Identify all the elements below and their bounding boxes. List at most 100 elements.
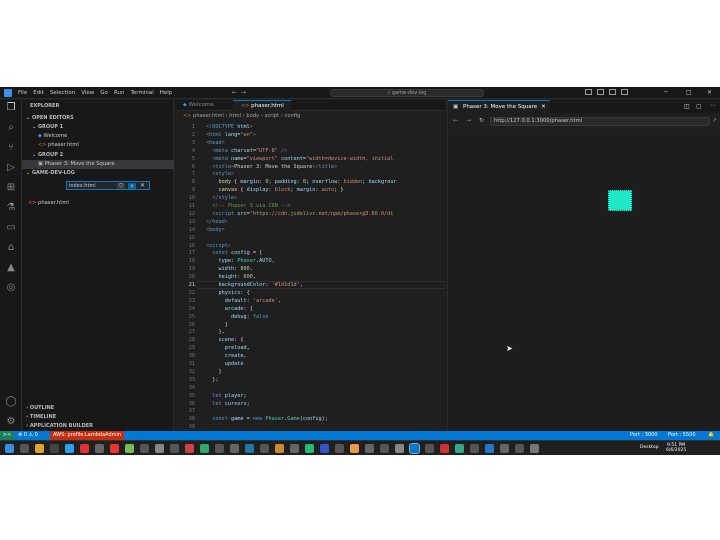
aws-icon[interactable]: ▲ — [5, 262, 17, 274]
outline-header[interactable]: › OUTLINE — [26, 405, 54, 411]
nav-back-forward-icon[interactable]: ← → — [232, 89, 246, 96]
code-line[interactable]: <!DOCTYPE html> — [206, 124, 253, 130]
taskbar-app-icon[interactable] — [440, 444, 449, 453]
code-line[interactable]: <title>Phaser 3: Move the Square</title> — [206, 164, 337, 170]
fuzzy-match-icon[interactable]: ⌕ — [128, 183, 136, 189]
code-line[interactable]: <script> — [206, 243, 231, 249]
code-line[interactable]: let player; — [206, 393, 246, 399]
menu-terminal[interactable]: Terminal — [130, 90, 153, 96]
code-line[interactable]: default: 'arcade', — [206, 298, 281, 304]
code-editor[interactable]: 1 <!DOCTYPE html> 2 <html lang="en"> 3 <head>… — [175, 124, 445, 440]
breadcrumb-body[interactable]: body — [246, 113, 259, 119]
close-tab-icon[interactable]: ✕ — [541, 104, 546, 110]
more-actions-icon[interactable]: ⋯ — [710, 102, 716, 109]
taskbar-app-icon[interactable] — [245, 444, 254, 453]
tab-phaser-preview[interactable]: ▣ Phaser 3: Move the Square ✕ — [448, 100, 550, 113]
code-line[interactable]: <script src="https://cdn.jsdelivr.net/np… — [206, 211, 393, 217]
edge-icon[interactable] — [65, 444, 74, 453]
open-editor-phaser-html[interactable]: <> phaser.html — [38, 142, 79, 148]
menu-run[interactable]: Run — [114, 90, 125, 96]
split-editor-icon[interactable]: ◫ — [684, 103, 690, 110]
notifications-bell-icon[interactable]: 🔔 — [708, 431, 714, 440]
open-editor-phaser-preview[interactable]: ▣ Phaser 3: Move the Square — [38, 161, 115, 167]
code-line[interactable]: const game = new Phaser.Game(config); — [206, 416, 328, 422]
workspace-header[interactable]: ⌄ GAME-DEV-LOG — [26, 170, 75, 176]
port-5500-status[interactable]: Port : 5500 — [668, 431, 696, 440]
taskbar-app-icon[interactable] — [395, 444, 404, 453]
taskbar-app-icon[interactable] — [365, 444, 374, 453]
testing-icon[interactable]: ⚗ — [5, 202, 17, 214]
taskbar-app-icon[interactable] — [290, 444, 299, 453]
errors-warnings-icon[interactable]: ⊗ 0 ⚠ 0 — [18, 431, 38, 440]
taskbar-app-icon[interactable] — [425, 444, 434, 453]
customize-layout-icon[interactable] — [621, 89, 628, 95]
taskbar-app-icon[interactable] — [185, 444, 194, 453]
minimize-icon[interactable]: ─ — [664, 89, 668, 96]
file-explorer-icon[interactable] — [35, 444, 44, 453]
explorer-filter-box[interactable]: index.html ⛉ ⌕ ✕ — [66, 181, 150, 190]
filter-input[interactable]: index.html — [69, 183, 96, 189]
taskbar-app-icon[interactable] — [140, 444, 149, 453]
taskbar-app-icon[interactable] — [515, 444, 524, 453]
breadcrumb-config[interactable]: config — [284, 113, 300, 119]
docker-icon[interactable]: ⌂ — [5, 242, 17, 254]
game-canvas[interactable]: ➤ — [448, 129, 720, 440]
account-icon[interactable]: ◯ — [5, 396, 17, 408]
menu-view[interactable]: View — [81, 90, 94, 96]
code-line[interactable]: debug: false — [206, 314, 269, 320]
code-line[interactable]: backgroundColor: '#1d1d1d', — [206, 282, 303, 288]
taskbar-app-icon[interactable] — [260, 444, 269, 453]
code-line[interactable]: </head> — [206, 219, 228, 225]
copilot-icon[interactable] — [585, 89, 592, 95]
taskbar-app-icon[interactable] — [80, 444, 89, 453]
taskbar-app-icon[interactable] — [155, 444, 164, 453]
extensions-icon[interactable]: ⊞ — [5, 182, 17, 194]
menu-help[interactable]: Help — [160, 90, 173, 96]
taskbar-app-icon[interactable] — [125, 444, 134, 453]
database-icon[interactable]: ◎ — [5, 282, 17, 294]
application-builder-header[interactable]: › APPLICATION BUILDER — [26, 423, 93, 429]
open-external-icon[interactable]: ↗ — [712, 117, 717, 124]
close-filter-icon[interactable]: ✕ — [140, 182, 145, 189]
taskbar-app-icon[interactable] — [95, 444, 104, 453]
code-line[interactable]: }, — [206, 329, 224, 335]
toggle-sidebar-icon[interactable] — [597, 89, 604, 95]
toggle-panel-icon[interactable] — [609, 89, 616, 95]
taskbar-app-icon[interactable] — [230, 444, 239, 453]
taskbar-app-icon[interactable] — [455, 444, 464, 453]
command-center-search[interactable]: ⌕ game-dev-log — [330, 89, 484, 97]
taskbar-search-icon[interactable] — [20, 444, 29, 453]
back-icon[interactable]: ← — [453, 117, 458, 124]
url-input[interactable]: http://127.0.0.1:3000/phaser.html — [490, 117, 710, 126]
port-3000-status[interactable]: Port : 3000 — [630, 431, 658, 440]
windows-start-icon[interactable] — [5, 444, 14, 453]
code-line[interactable]: body { margin: 0; padding: 0; overflow: … — [206, 179, 397, 185]
code-line[interactable]: } — [206, 369, 221, 375]
aws-profile[interactable]: AWS: profile:LambdaAdmin — [50, 431, 125, 440]
toggle-layout-icon[interactable]: ▢ — [696, 103, 702, 110]
filter-mode-icon[interactable]: ⛉ — [117, 183, 125, 189]
tab-welcome[interactable]: ◆ Welcome — [175, 100, 233, 111]
close-window-icon[interactable]: ✕ — [707, 89, 712, 96]
taskbar-app-icon[interactable] — [170, 444, 179, 453]
breadcrumb-html[interactable]: html — [229, 113, 241, 119]
code-line[interactable]: const config = { — [206, 250, 262, 256]
reload-icon[interactable]: ↻ — [479, 117, 484, 124]
source-control-icon[interactable]: ⑂ — [5, 142, 17, 154]
code-line[interactable]: <html lang="en"> — [206, 132, 256, 138]
code-line[interactable]: height: 600, — [206, 274, 257, 280]
timeline-header[interactable]: › TIMELINE — [26, 414, 56, 420]
taskbar-app-icon[interactable] — [500, 444, 509, 453]
taskbar-app-icon[interactable] — [380, 444, 389, 453]
taskbar-app-icon[interactable] — [275, 444, 284, 453]
vscode-taskbar-icon[interactable] — [409, 443, 420, 454]
settings-gear-icon[interactable]: ⚙ — [5, 416, 17, 428]
menu-edit[interactable]: Edit — [33, 90, 44, 96]
code-line[interactable]: let cursors; — [206, 401, 250, 407]
maximize-icon[interactable]: □ — [686, 89, 692, 96]
code-line[interactable]: </style> — [206, 195, 237, 201]
system-clock[interactable]: 9:51 PM 6/6/2025 — [666, 443, 686, 453]
remote-explorer-icon[interactable]: ▭ — [5, 222, 17, 234]
code-line[interactable]: <meta name="viewport" content="width=dev… — [206, 156, 393, 162]
taskbar-app-icon[interactable] — [200, 444, 209, 453]
